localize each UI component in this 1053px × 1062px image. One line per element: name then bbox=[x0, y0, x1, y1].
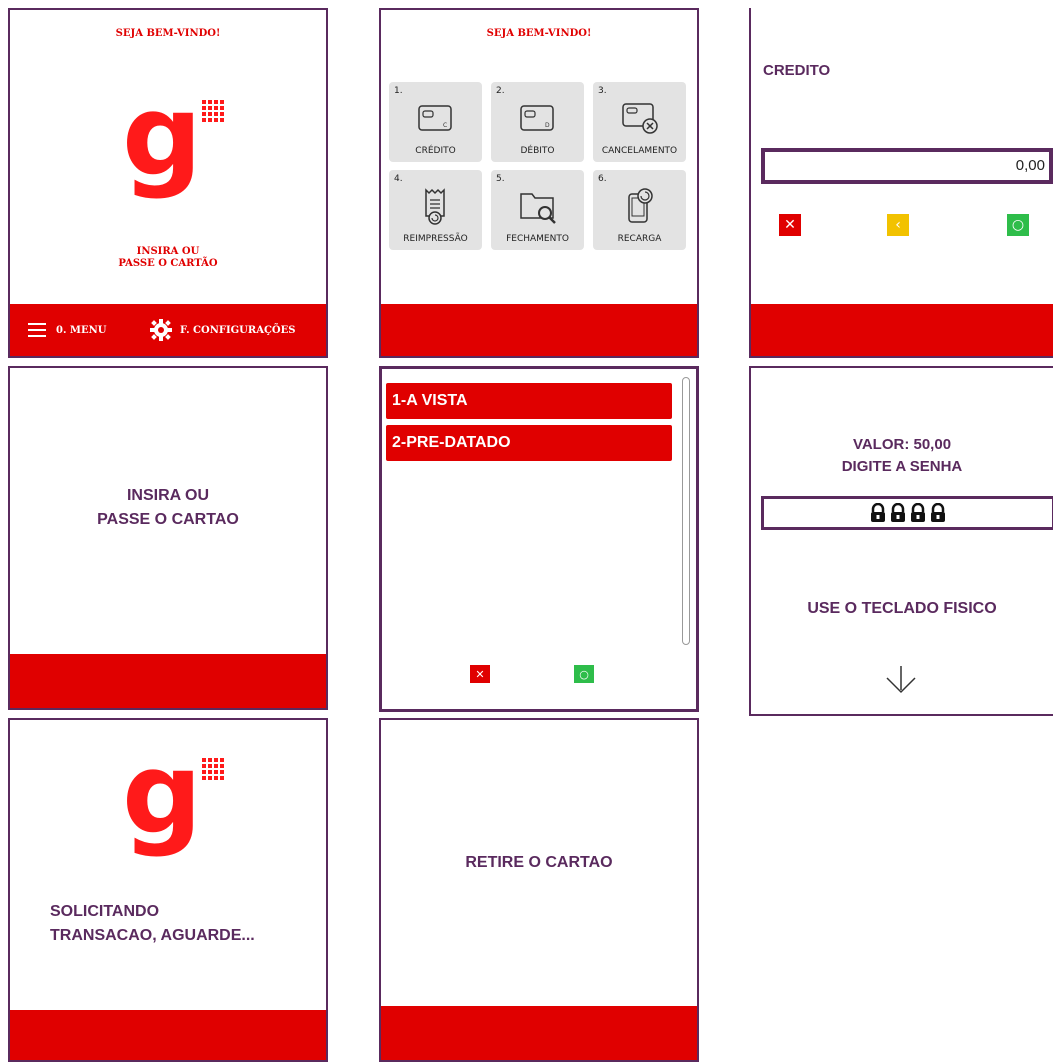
tile-number: 3. bbox=[598, 86, 607, 96]
screen-pin-entry: VALOR: 50,00 DIGITE A SENHA USE O TECLAD… bbox=[749, 366, 1053, 716]
lock-icon bbox=[911, 503, 925, 522]
logo-dots-icon bbox=[202, 758, 224, 780]
screen-main-menu: SEJA BEM-VINDO! 1. C CRÉDITO 2. D DÉBITO… bbox=[379, 8, 699, 358]
confirm-button[interactable]: ○ bbox=[574, 665, 594, 683]
bottom-bar bbox=[751, 304, 1053, 356]
folder-search-icon bbox=[520, 193, 556, 224]
getnet-logo: g bbox=[122, 80, 232, 208]
bottom-bar bbox=[381, 304, 697, 356]
processing-message: SOLICITANDO TRANSACAO, AGUARDE... bbox=[50, 900, 255, 948]
tile-reimpressao[interactable]: 4. REIMPRESSÃO bbox=[389, 170, 482, 250]
welcome-title: SEJA BEM-VINDO! bbox=[486, 28, 592, 39]
insert-card-prompt: INSIRA OU PASSE O CARTÃO bbox=[10, 246, 326, 270]
lock-icon bbox=[871, 503, 885, 522]
message-line-2: TRANSACAO, AGUARDE... bbox=[50, 927, 255, 944]
screen-insert-card: INSIRA OU PASSE O CARTAO bbox=[8, 366, 328, 710]
cancel-button[interactable]: ✕ bbox=[470, 665, 490, 683]
logo-letter: g bbox=[122, 729, 203, 859]
bottom-bar bbox=[10, 654, 326, 708]
amount-input[interactable]: 0,00 bbox=[761, 148, 1053, 184]
svg-text:C: C bbox=[443, 122, 447, 129]
tile-label: CRÉDITO bbox=[415, 146, 456, 156]
pin-prompt: VALOR: 50,00 DIGITE A SENHA bbox=[751, 434, 1053, 478]
tile-label: DÉBITO bbox=[520, 146, 555, 156]
screen-payment-options: 1-A VISTA 2-PRE-DATADO ✕ ○ bbox=[379, 366, 699, 712]
amount-title: CREDITO bbox=[763, 62, 831, 79]
lock-icon bbox=[931, 503, 945, 522]
tile-label: FECHAMENTO bbox=[506, 234, 569, 244]
gear-icon bbox=[150, 319, 172, 341]
amount-value: 0,00 bbox=[1015, 157, 1045, 174]
tile-fechamento[interactable]: 5. FECHAMENTO bbox=[491, 170, 584, 250]
getnet-logo: g bbox=[122, 738, 232, 866]
scrollbar[interactable] bbox=[682, 377, 690, 645]
bottom-bar: 0. MENU F. CONFIGURAÇÕES bbox=[10, 304, 326, 356]
tile-number: 5. bbox=[496, 174, 505, 184]
tile-label: REIMPRESSÃO bbox=[403, 234, 468, 244]
bottom-bar bbox=[381, 1006, 697, 1060]
menu-label: 0. MENU bbox=[56, 324, 107, 336]
tile-cancelamento[interactable]: 3. CANCELAMENTO bbox=[593, 82, 686, 162]
backspace-button[interactable]: ‹ bbox=[887, 214, 909, 236]
settings-button[interactable]: F. CONFIGURAÇÕES bbox=[150, 318, 296, 342]
lock-icon bbox=[891, 503, 905, 522]
tile-recarga[interactable]: 6. RECARGA bbox=[593, 170, 686, 250]
option-a-vista[interactable]: 1-A VISTA bbox=[386, 383, 672, 419]
cancel-card-icon bbox=[622, 103, 658, 134]
bottom-bar bbox=[10, 1010, 326, 1060]
tile-number: 4. bbox=[394, 174, 403, 184]
value-line: VALOR: 50,00 bbox=[852, 436, 952, 453]
screen-welcome: SEJA BEM-VINDO! g INSIRA OU PASSE O CART… bbox=[8, 8, 328, 358]
prompt-line-1: INSIRA OU bbox=[136, 246, 200, 257]
logo-letter: g bbox=[122, 71, 203, 201]
prompt-line-2: PASSE O CARTÃO bbox=[118, 258, 218, 269]
cancel-button[interactable]: ✕ bbox=[779, 214, 801, 236]
hamburger-menu-icon bbox=[28, 323, 46, 337]
pin-field[interactable] bbox=[761, 496, 1053, 530]
welcome-title: SEJA BEM-VINDO! bbox=[115, 28, 221, 39]
screen-remove-card: RETIRE O CARTAO bbox=[379, 718, 699, 1062]
message-line-2: PASSE O CARTAO bbox=[97, 511, 239, 528]
receipt-reprint-icon bbox=[425, 188, 445, 225]
tile-label: CANCELAMENTO bbox=[601, 146, 678, 156]
tile-number: 6. bbox=[598, 174, 607, 184]
insert-card-message: INSIRA OU PASSE O CARTAO bbox=[10, 484, 326, 532]
tile-number: 1. bbox=[394, 86, 403, 96]
phone-recharge-icon bbox=[628, 188, 653, 223]
menu-button[interactable]: 0. MENU bbox=[28, 320, 106, 340]
config-label: F. CONFIGURAÇÕES bbox=[180, 324, 296, 336]
message-line-1: INSIRA OU bbox=[126, 487, 210, 504]
screen-processing: g SOLICITANDO TRANSACAO, AGUARDE... bbox=[8, 718, 328, 1062]
tile-debito[interactable]: 2. D DÉBITO bbox=[491, 82, 584, 162]
option-pre-datado[interactable]: 2-PRE-DATADO bbox=[386, 425, 672, 461]
remove-card-message: RETIRE O CARTAO bbox=[465, 854, 613, 871]
confirm-button[interactable]: ○ bbox=[1007, 214, 1029, 236]
credit-card-icon: C bbox=[418, 105, 452, 131]
tile-label: RECARGA bbox=[617, 234, 662, 244]
arrow-down-icon bbox=[886, 666, 916, 694]
logo-dots-icon bbox=[202, 100, 224, 122]
svg-text:D: D bbox=[545, 122, 550, 129]
instruction-line: DIGITE A SENHA bbox=[841, 458, 963, 475]
debit-card-icon: D bbox=[520, 105, 554, 131]
keyboard-hint: USE O TECLADO FISICO bbox=[807, 600, 997, 617]
tile-number: 2. bbox=[496, 86, 505, 96]
screen-credit-amount: CREDITO 0,00 ✕ ‹ ○ bbox=[749, 8, 1053, 358]
message-line-1: SOLICITANDO bbox=[50, 903, 160, 920]
tile-credito[interactable]: 1. C CRÉDITO bbox=[389, 82, 482, 162]
